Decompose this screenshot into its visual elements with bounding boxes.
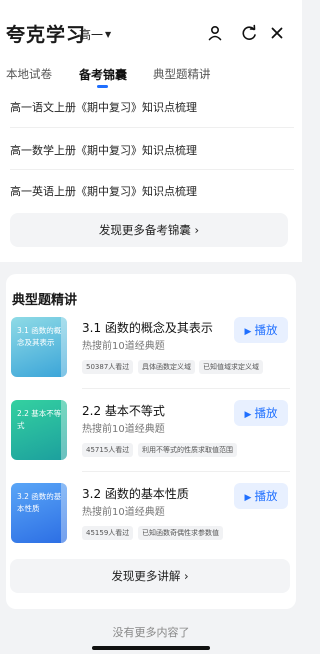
tab-bar: 本地试卷 备考锦囊 典型题精讲 [0,58,302,94]
tab-typical-problems[interactable]: 典型题精讲 [153,66,211,82]
thumbnail-edge [61,400,67,460]
divider [82,471,290,472]
more-lectures-button[interactable]: 发现更多讲解 › [10,559,290,593]
lecture-thumbnail: 2.2 基本不等式 [11,400,67,460]
end-of-list-text: 没有更多内容了 [112,626,190,639]
divider [82,388,290,389]
lecture-title: 3.1 函数的概念及其表示 [82,321,213,335]
topic-tag: 已知函数奇偶性求参数值 [138,526,223,540]
more-tips-button[interactable]: 发现更多备考锦囊 › [10,213,288,247]
view-count-tag: 50387人看过 [82,360,134,374]
active-tab-indicator [97,85,108,88]
lecture-item[interactable]: 2.2 基本不等式 2.2 基本不等式 热搜前10道经典题 45715人看过 利… [6,400,296,480]
view-count-tag: 45159人看过 [82,526,134,540]
play-icon: ▶ [244,327,252,337]
home-indicator[interactable] [92,646,210,650]
topic-tag: 已知值域求定义域 [199,360,263,374]
play-button[interactable]: ▶ 播放 [234,400,288,426]
thumbnail-title: 3.2 函数的基本性质 [17,492,62,513]
lecture-item[interactable]: 3.2 函数的基本性质 3.2 函数的基本性质 热搜前10道经典题 45159人… [6,483,296,563]
caret-down-icon: ▼ [105,30,112,39]
document-item[interactable]: 高一英语上册《期中复习》知识点梳理 [10,183,197,199]
topic-tag: 利用不等式的性质求取值范围 [138,443,237,457]
section-title: 典型题精讲 [12,293,78,308]
view-count-tag: 45715人看过 [82,443,134,457]
lecture-title: 2.2 基本不等式 [82,404,165,418]
document-item[interactable]: 高一语文上册《期中复习》知识点梳理 [10,99,197,115]
grade-selector[interactable]: 高一 ▼ [79,26,111,43]
topic-tag: 具体函数定义域 [138,360,195,374]
lecture-subtitle: 热搜前10道经典题 [82,424,165,435]
lecture-thumbnail: 3.1 函数的概念及其表示 [11,317,67,377]
lecture-thumbnail: 3.2 函数的基本性质 [11,483,67,543]
lecture-subtitle: 热搜前10道经典题 [82,341,165,352]
app-title: 夸克学习 [6,24,87,46]
lecture-title: 3.2 函数的基本性质 [82,487,189,501]
play-label: 播放 [254,323,278,337]
refresh-icon[interactable] [240,24,258,42]
tab-local-papers[interactable]: 本地试卷 [6,66,52,82]
document-item[interactable]: 高一数学上册《期中复习》知识点梳理 [10,142,197,158]
tab-exam-tips[interactable]: 备考锦囊 [79,66,127,83]
thumbnail-title: 3.1 函数的概念及其表示 [17,326,62,347]
grade-label: 高一 [79,28,104,42]
thumbnail-edge [61,483,67,543]
close-icon[interactable] [268,24,286,42]
lecture-item[interactable]: 3.1 函数的概念及其表示 3.1 函数的概念及其表示 热搜前10道经典题 50… [6,317,296,397]
divider [10,127,294,128]
thumbnail-title: 2.2 基本不等式 [17,409,62,430]
user-icon[interactable] [206,24,224,42]
play-icon: ▶ [244,410,252,420]
play-label: 播放 [254,406,278,420]
divider [10,169,294,170]
thumbnail-edge [61,317,67,377]
typical-problems-card: 典型题精讲 3.1 函数的概念及其表示 3.1 函数的概念及其表示 热搜前10道… [6,274,296,609]
lecture-subtitle: 热搜前10道经典题 [82,507,165,518]
play-button[interactable]: ▶ 播放 [234,317,288,343]
header: 夸克学习 高一 ▼ [0,0,302,58]
play-label: 播放 [254,489,278,503]
play-icon: ▶ [244,493,252,503]
play-button[interactable]: ▶ 播放 [234,483,288,509]
